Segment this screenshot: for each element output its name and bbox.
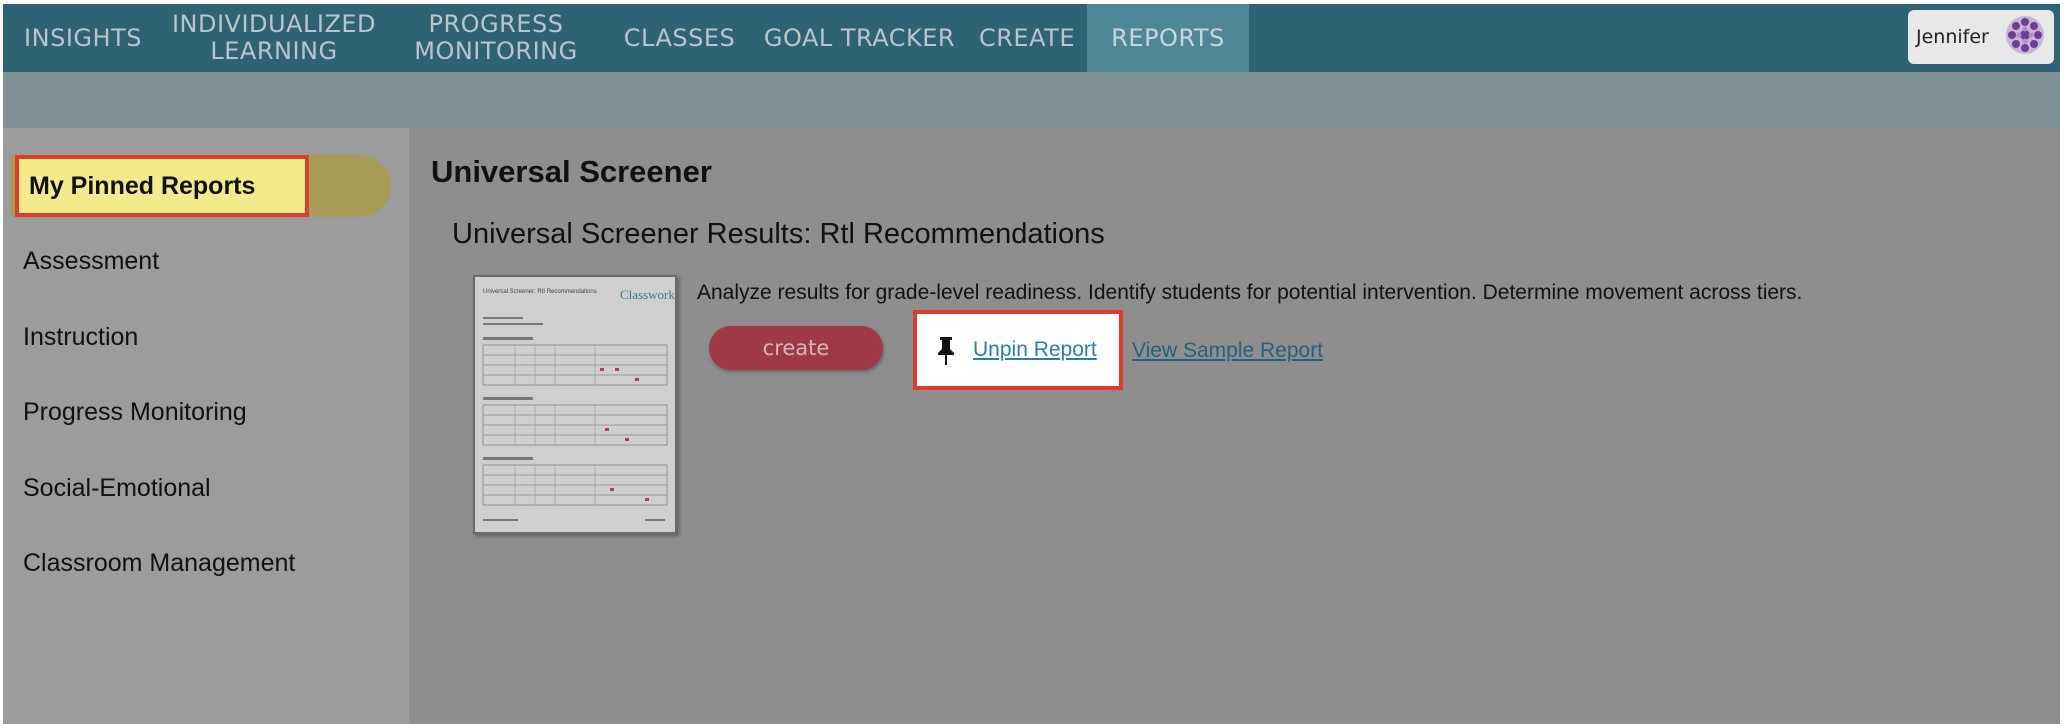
app-frame: INSIGHTS INDIVIDUALIZED LEARNING PROGRES… — [3, 4, 2060, 724]
unpin-report-link[interactable]: Unpin Report — [973, 338, 1097, 362]
nav-individualized-learning[interactable]: INDIVIDUALIZED LEARNING — [163, 4, 385, 72]
sidebar-item-classroom-management[interactable]: Classroom Management — [23, 549, 295, 578]
page-title: Universal Screener — [431, 154, 712, 189]
sidebar-item-progress-monitoring[interactable]: Progress Monitoring — [23, 398, 247, 427]
user-name: Jennifer — [1916, 26, 1989, 48]
sidebar-item-assessment[interactable]: Assessment — [23, 247, 159, 276]
nav-progress-monitoring[interactable]: PROGRESS MONITORING — [385, 4, 607, 72]
unpin-report-highlight: Unpin Report — [913, 310, 1123, 390]
nav-insights[interactable]: INSIGHTS — [3, 4, 163, 72]
sub-header-bar — [3, 72, 2060, 128]
sidebar-item-social-emotional[interactable]: Social-Emotional — [23, 474, 211, 503]
view-sample-report-link[interactable]: View Sample Report — [1132, 339, 1323, 363]
sidebar-item-instruction[interactable]: Instruction — [23, 323, 138, 352]
report-description: Analyze results for grade-level readines… — [697, 281, 1803, 304]
top-navigation: INSIGHTS INDIVIDUALIZED LEARNING PROGRES… — [3, 4, 2060, 72]
nav-goal-tracker[interactable]: GOAL TRACKER — [752, 4, 967, 72]
pin-icon[interactable] — [935, 336, 957, 366]
report-title: Universal Screener Results: Rtl Recommen… — [452, 218, 1105, 250]
nav-create[interactable]: CREATE — [967, 4, 1087, 72]
thumbnail-heading: Universal Screener: RtI Recommendations — [483, 289, 597, 295]
sidebar-item-my-pinned-reports[interactable]: My Pinned Reports — [15, 155, 309, 217]
report-thumbnail-graphic: Universal Screener: RtI Recommendations … — [475, 277, 680, 532]
report-category-sidebar: My Pinned Reports Assessment Instruction… — [3, 128, 409, 724]
user-menu[interactable]: Jennifer — [1908, 10, 2054, 64]
nav-classes[interactable]: CLASSES — [607, 4, 752, 72]
nav-reports[interactable]: REPORTS — [1087, 4, 1249, 72]
report-thumbnail[interactable]: Universal Screener: RtI Recommendations … — [473, 275, 680, 534]
user-avatar-icon — [2004, 14, 2046, 61]
create-report-button[interactable]: create — [709, 326, 883, 370]
thumbnail-brand: Classworks — [620, 287, 675, 302]
